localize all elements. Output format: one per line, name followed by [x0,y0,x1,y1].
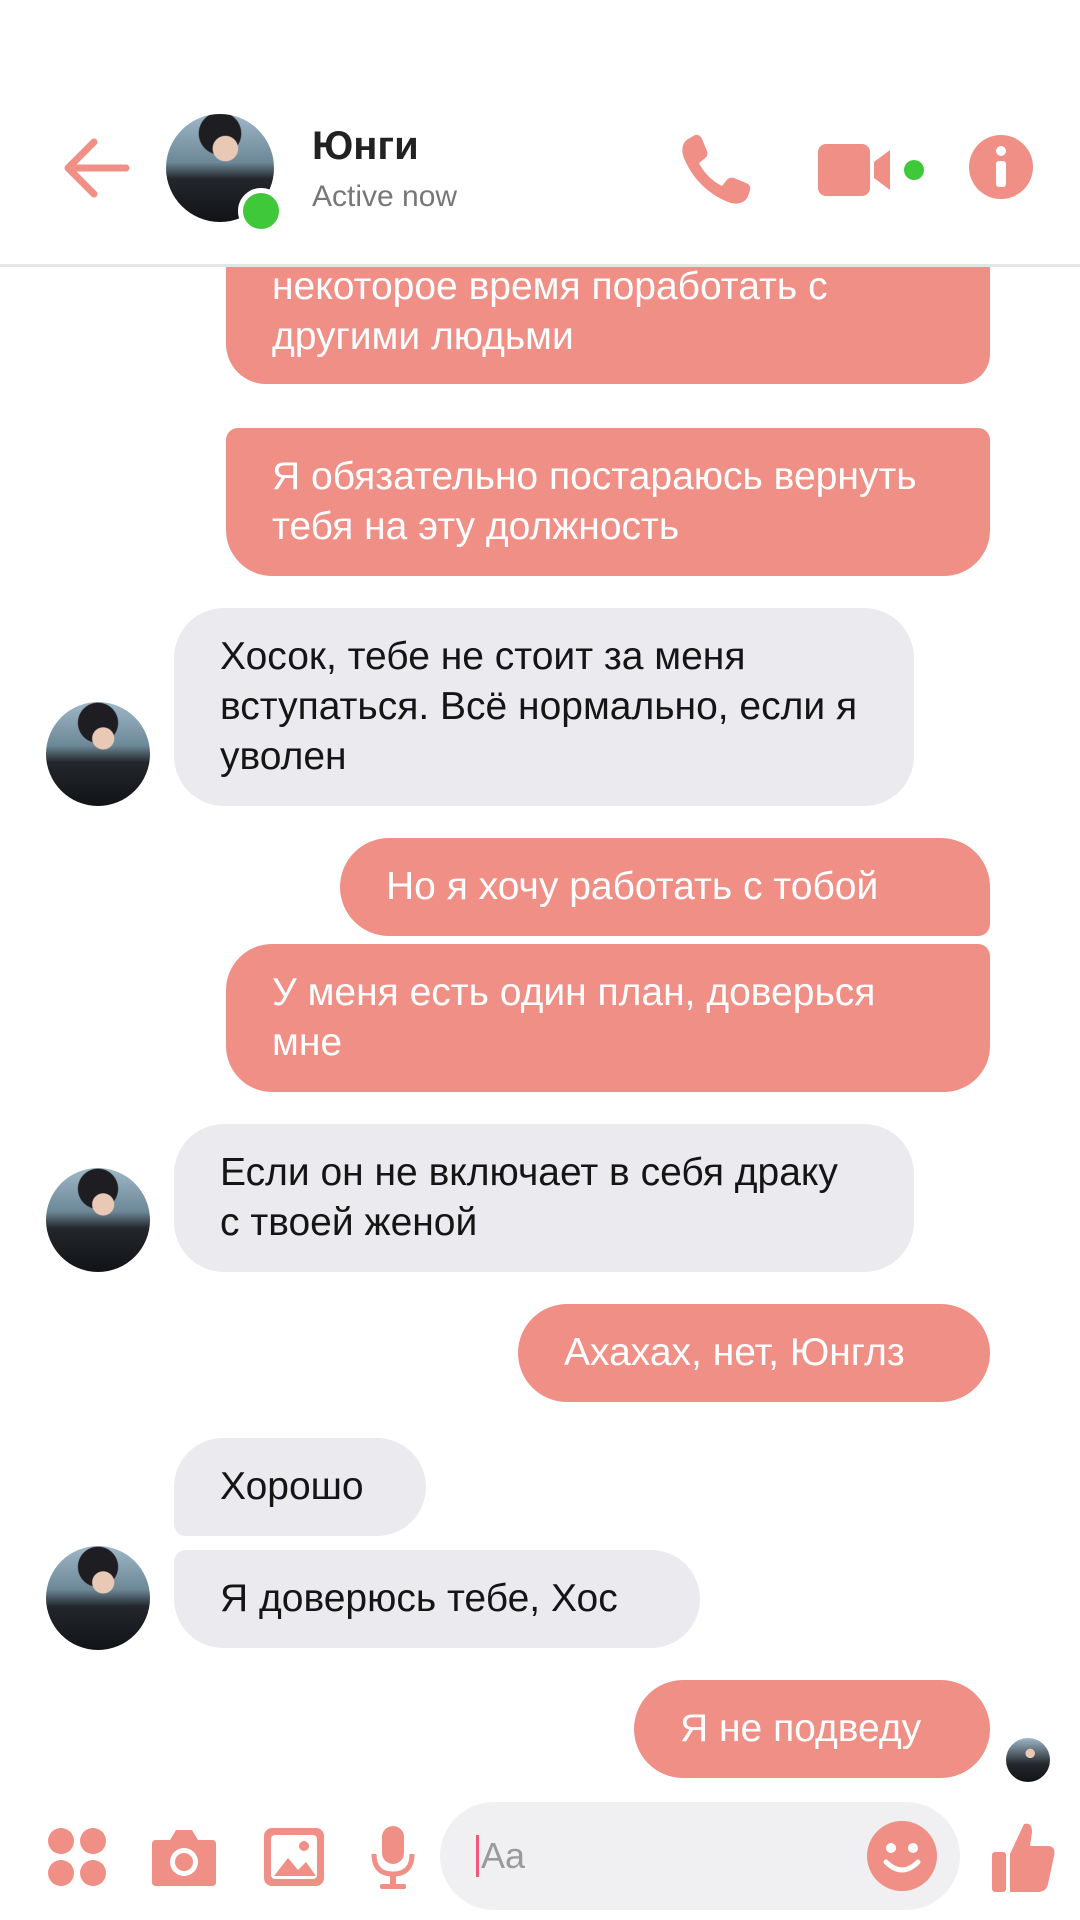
message-input-placeholder: Aa [481,1835,526,1876]
incoming-message[interactable]: Хорошо [174,1438,426,1536]
apps-icon[interactable] [46,1826,108,1888]
message-thread[interactable]: помощником мне. Может придётся некоторое… [0,264,1080,1784]
thumbs-up-icon[interactable] [990,1818,1056,1894]
outgoing-message[interactable]: Ахахах, нет, Юнглз [518,1304,990,1402]
outgoing-message[interactable]: Я обязательно постараюсь вернуть тебя на… [226,428,990,576]
sender-avatar[interactable] [46,1546,150,1650]
camera-icon[interactable] [150,1826,218,1888]
video-call-icon[interactable] [818,140,928,200]
incoming-message[interactable]: Если он не включает в себя драку с твоей… [174,1124,914,1272]
outgoing-message[interactable]: Я не подведу [634,1680,990,1778]
outgoing-message[interactable]: помощником мне. Может придётся некоторое… [226,264,990,384]
contact-status: Active now [312,180,458,213]
outgoing-message[interactable]: Но я хочу работать с тобой [340,838,990,936]
emoji-icon[interactable] [866,1820,938,1892]
incoming-message[interactable]: Хосок, тебе не стоит за меня вступаться.… [174,608,914,806]
back-arrow-icon[interactable] [60,132,132,204]
outgoing-message[interactable]: У меня есть один план, доверься мне [226,944,990,1092]
info-icon[interactable] [968,134,1034,200]
contact-name[interactable]: Юнги [312,124,419,169]
seen-indicator-avatar [1006,1738,1050,1782]
incoming-message[interactable]: Я доверюсь тебе, Хос [174,1550,700,1648]
microphone-icon[interactable] [370,1824,416,1890]
online-indicator [238,188,284,234]
sender-avatar[interactable] [46,702,150,806]
gallery-icon[interactable] [262,1826,326,1888]
text-caret [476,1835,479,1877]
phone-call-icon[interactable] [676,130,756,210]
chat-header: Юнги Active now [0,0,1080,267]
sender-avatar[interactable] [46,1168,150,1272]
